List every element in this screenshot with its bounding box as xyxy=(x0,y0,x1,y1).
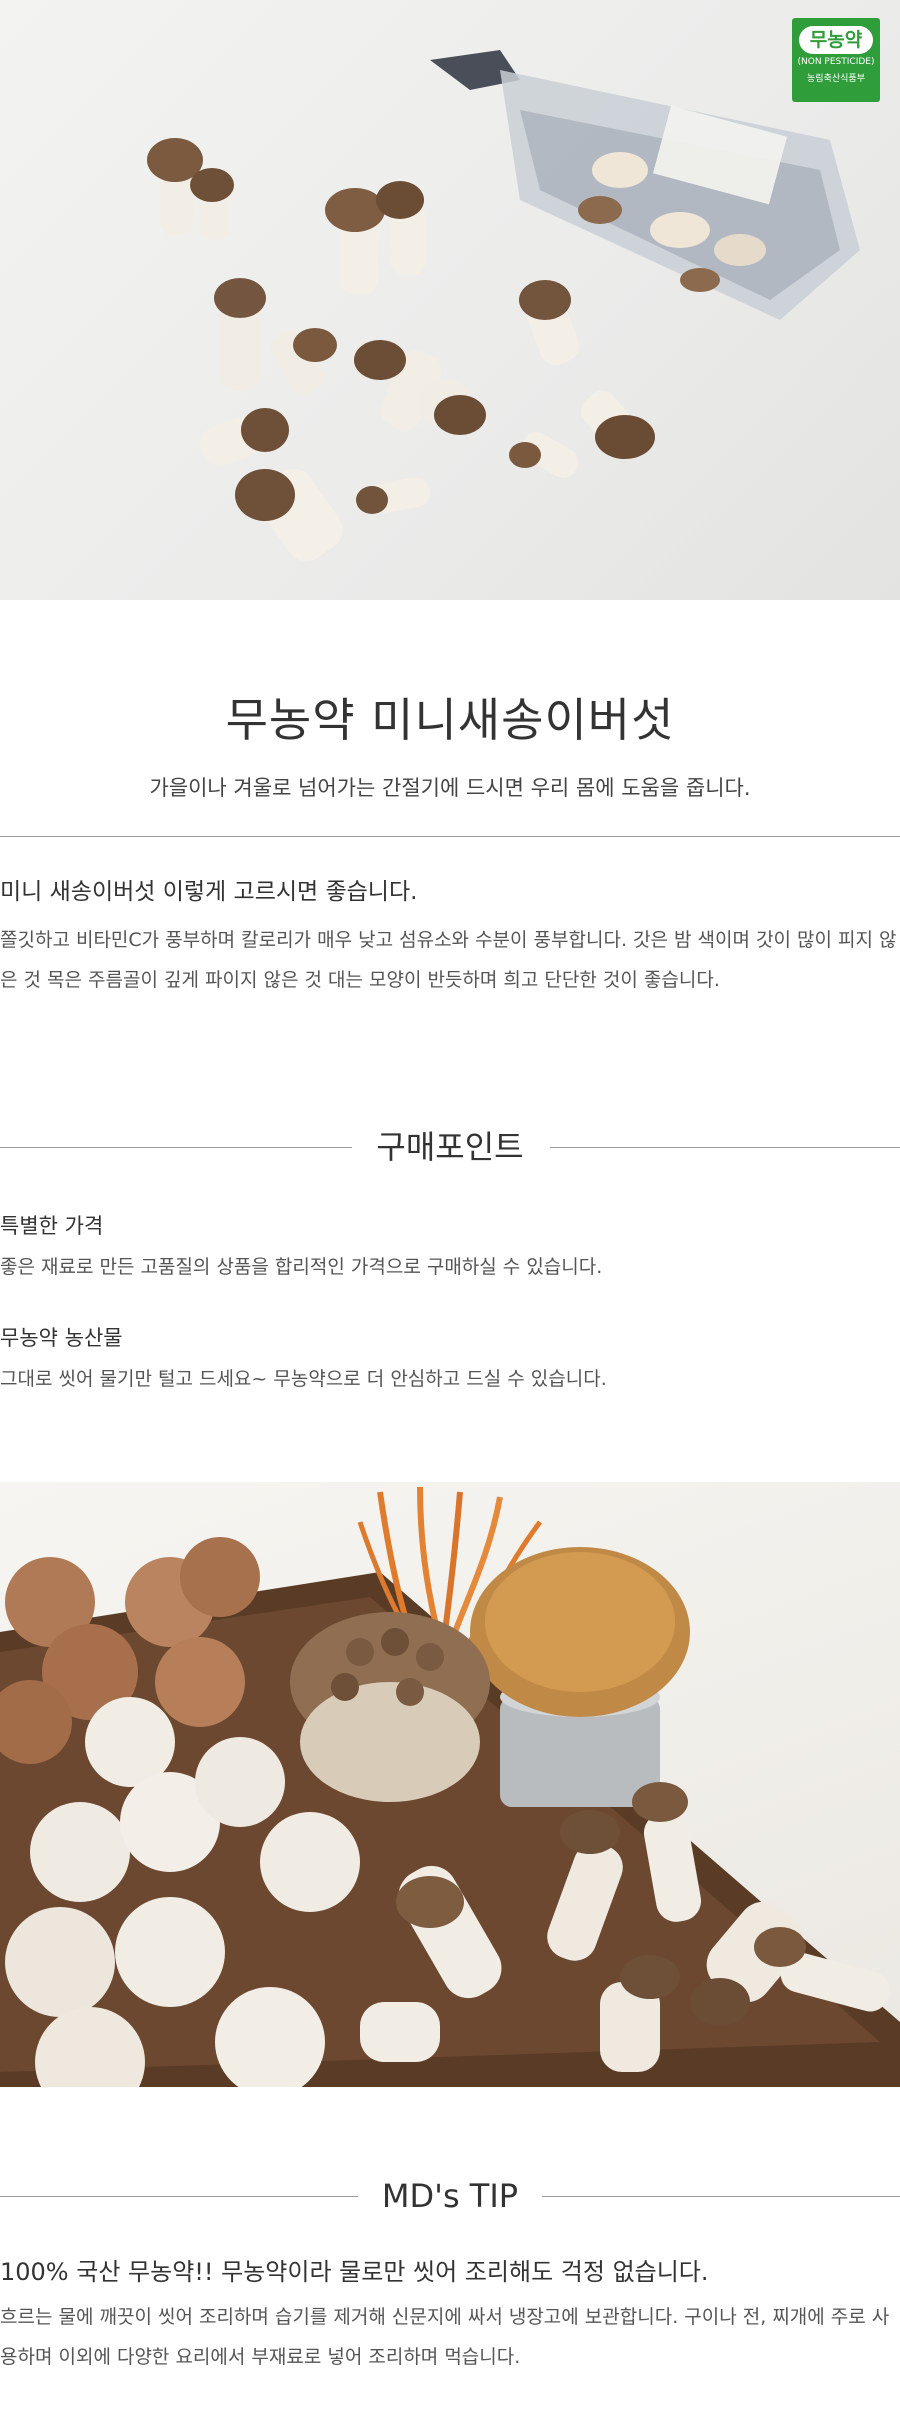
product-title: 무농약 미니새송이버섯 xyxy=(225,693,675,747)
md-tip-header: MD's TIP xyxy=(0,2176,900,2216)
md-tip-block: 100% 국산 무농약!! 무농약이라 물로만 씻어 조리해도 걱정 없습니다.… xyxy=(0,2252,900,2377)
md-tip-title: 100% 국산 무농약!! 무농약이라 물로만 씻어 조리해도 걱정 없습니다. xyxy=(0,2258,709,2286)
purchase-point-desc: 좋은 재료로 만든 고품질의 상품을 합리적인 가격으로 구매하실 수 있습니다… xyxy=(0,1256,603,1278)
purchase-point-item: 무농약 농산물 그대로 씻어 물기만 털고 드세요~ 무농약으로 더 안심하고 … xyxy=(0,1322,900,1391)
md-tip-heading: MD's TIP xyxy=(367,2177,533,2215)
mushroom-board-illustration xyxy=(0,1486,900,2087)
purchase-points-header: 구매포인트 xyxy=(0,1127,900,1167)
beech-mushrooms-image xyxy=(290,1612,490,1802)
product-subtitle: 가을이나 겨울로 넘어가는 간절기에 드시면 우리 몸에 도움을 줍니다. xyxy=(149,776,751,800)
enoki-pot-image xyxy=(470,1547,690,1807)
section-divider xyxy=(0,836,900,837)
purchase-point-title: 무농약 농산물 xyxy=(0,1326,123,1350)
purchase-point-desc: 그대로 씻어 물기만 털고 드세요~ 무농약으로 더 안심하고 드실 수 있습니… xyxy=(0,1368,607,1390)
purchase-points-heading: 구매포인트 xyxy=(362,1128,538,1166)
hero-photo: 무농약 (NON PESTICIDE) 농림축산식품부 xyxy=(0,0,900,600)
product-title-block: 무농약 미니새송이버섯 가을이나 겨울로 넘어가는 간절기에 드시면 우리 몸에… xyxy=(0,684,900,802)
md-tip-body: 흐르는 물에 깨끗이 씻어 조리하며 습기를 제거해 신문지에 싸서 냉장고에 … xyxy=(0,2306,890,2368)
selection-guide: 미니 새송이버섯 이렇게 고르시면 좋습니다. 쫄깃하고 비타민C가 풍부하며 … xyxy=(0,872,900,1000)
selection-heading: 미니 새송이버섯 이렇게 고르시면 좋습니다. xyxy=(0,879,418,905)
badge-subtitle: (NON PESTICIDE) xyxy=(797,57,875,67)
purchase-point-item: 특별한 가격 좋은 재료로 만든 고품질의 상품을 합리적인 가격으로 구매하실… xyxy=(0,1210,900,1279)
selection-body: 쫄깃하고 비타민C가 풍부하며 칼로리가 매우 낮고 섬유소와 수분이 풍부합니… xyxy=(0,929,897,991)
mushroom-product-illustration xyxy=(147,50,860,562)
purchase-point-title: 특별한 가격 xyxy=(0,1214,104,1238)
badge-title: 무농약 xyxy=(799,26,873,54)
non-pesticide-certification-badge: 무농약 (NON PESTICIDE) 농림축산식품부 xyxy=(792,18,880,102)
mushroom-assortment-photo xyxy=(0,1482,900,2087)
badge-organization: 농림축산식품부 xyxy=(807,74,865,84)
